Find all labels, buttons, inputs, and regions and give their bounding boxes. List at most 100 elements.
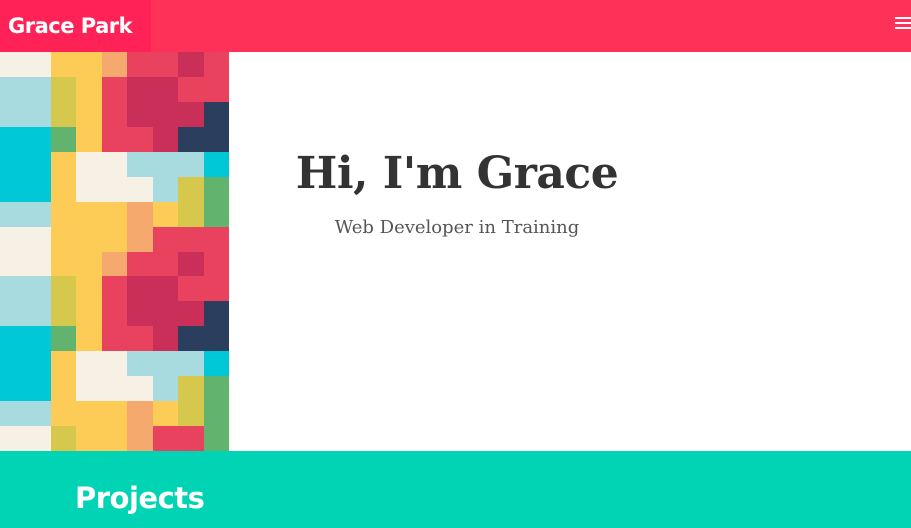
mosaic-tile — [0, 251, 26, 277]
mosaic-tile — [25, 126, 51, 152]
mosaic-tile — [0, 126, 26, 152]
mosaic-tile — [50, 276, 77, 302]
mosaic-tile — [50, 376, 77, 402]
mosaic-tile — [152, 426, 179, 451]
pixel-mosaic-image — [0, 52, 229, 451]
mosaic-tile — [152, 376, 179, 402]
mosaic-tile — [101, 426, 128, 451]
mosaic-tile — [127, 376, 153, 402]
projects-section: Projects — [0, 451, 911, 528]
mosaic-tile — [178, 201, 204, 227]
mosaic-tile — [101, 376, 128, 402]
mosaic-tile — [50, 126, 77, 152]
mosaic-tile — [0, 52, 26, 77]
mosaic-tile — [101, 226, 128, 252]
mosaic-tile — [0, 151, 26, 177]
mosaic-tile — [203, 126, 229, 152]
mosaic-tile — [0, 301, 26, 327]
mosaic-tile — [50, 301, 77, 327]
mosaic-tile — [152, 101, 179, 127]
mosaic-tile — [101, 101, 128, 127]
mosaic-tile — [203, 351, 229, 377]
mosaic-tile — [127, 52, 153, 77]
mosaic-tile — [0, 376, 26, 402]
mosaic-tile — [76, 401, 102, 427]
mosaic-tile — [203, 326, 229, 352]
mosaic-tile — [152, 76, 179, 102]
mosaic-tile — [203, 251, 229, 277]
mosaic-tile — [25, 201, 51, 227]
mosaic-tile — [178, 226, 204, 252]
mosaic-tile — [0, 351, 26, 377]
mosaic-tile — [76, 251, 102, 277]
mosaic-tile — [178, 126, 204, 152]
mosaic-tile — [178, 251, 204, 277]
mosaic-tile — [50, 326, 77, 352]
mosaic-tile — [127, 126, 153, 152]
mosaic-tile — [152, 226, 179, 252]
mosaic-tile — [203, 276, 229, 302]
mosaic-tile — [203, 101, 229, 127]
mosaic-tile — [127, 276, 153, 302]
mosaic-tile — [50, 176, 77, 202]
mosaic-tile — [127, 401, 153, 427]
mosaic-tile — [203, 176, 229, 202]
mosaic-tile — [152, 176, 179, 202]
menu-line — [895, 22, 911, 24]
mosaic-tile — [152, 351, 179, 377]
mosaic-tile — [76, 176, 102, 202]
mosaic-tile — [0, 76, 26, 102]
mosaic-tile — [76, 326, 102, 352]
mosaic-tile — [101, 351, 128, 377]
mosaic-tile — [203, 201, 229, 227]
mosaic-tile — [50, 351, 77, 377]
mosaic-tile — [178, 276, 204, 302]
hamburger-menu-icon[interactable] — [895, 17, 911, 33]
mosaic-tile — [178, 52, 204, 77]
mosaic-tile — [203, 401, 229, 427]
mosaic-tile — [152, 52, 179, 77]
mosaic-tile — [101, 401, 128, 427]
mosaic-tile — [127, 351, 153, 377]
mosaic-tile — [178, 376, 204, 402]
mosaic-tile — [76, 276, 102, 302]
hero-section: Hi, I'm Grace Web Developer in Training — [0, 52, 911, 451]
mosaic-tile — [50, 426, 77, 451]
mosaic-tile — [50, 76, 77, 102]
mosaic-tile — [0, 326, 26, 352]
mosaic-tile — [101, 52, 128, 77]
mosaic-tile — [76, 76, 102, 102]
mosaic-tile — [178, 401, 204, 427]
mosaic-tile — [0, 201, 26, 227]
mosaic-tile — [50, 226, 77, 252]
mosaic-tile — [76, 151, 102, 177]
mosaic-tile — [203, 151, 229, 177]
mosaic-tile — [127, 226, 153, 252]
mosaic-tile — [178, 151, 204, 177]
mosaic-tile — [152, 151, 179, 177]
mosaic-tile — [178, 326, 204, 352]
mosaic-tile — [50, 201, 77, 227]
mosaic-tile — [25, 276, 51, 302]
mosaic-tile — [76, 126, 102, 152]
mosaic-tile — [50, 52, 77, 77]
mosaic-tile — [25, 251, 51, 277]
mosaic-tile — [203, 76, 229, 102]
mosaic-tile — [178, 426, 204, 451]
mosaic-tile — [25, 376, 51, 402]
mosaic-tile — [152, 301, 179, 327]
mosaic-tile — [203, 226, 229, 252]
mosaic-tile — [0, 426, 26, 451]
mosaic-tile — [127, 176, 153, 202]
brand-logo[interactable]: Grace Park — [0, 0, 151, 52]
mosaic-tile — [76, 376, 102, 402]
mosaic-tile — [25, 301, 51, 327]
mosaic-tile — [152, 201, 179, 227]
mosaic-tile — [25, 351, 51, 377]
mosaic-tile — [76, 101, 102, 127]
mosaic-tile — [76, 201, 102, 227]
mosaic-tile — [0, 176, 26, 202]
mosaic-tile — [178, 101, 204, 127]
mosaic-tile — [50, 401, 77, 427]
mosaic-tile — [25, 401, 51, 427]
